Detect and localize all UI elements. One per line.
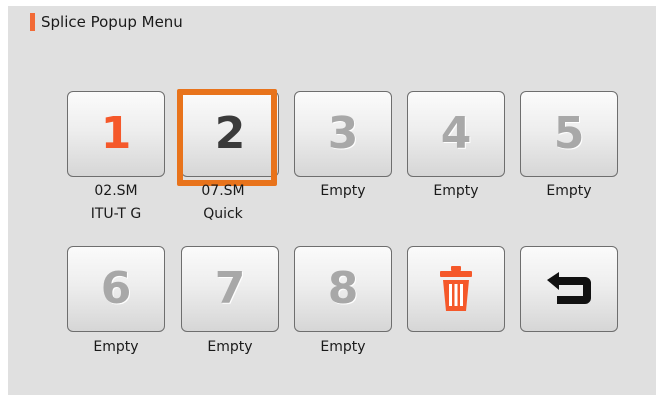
trash-icon [440,266,472,311]
slot-4-label-line1: Empty [433,183,479,199]
slot-3-label: Empty [288,180,398,203]
slot-7-label-line1: Empty [207,339,253,355]
slot-4-label: Empty [401,180,511,203]
slot-2-label-line2: Quick [203,206,243,222]
slot-2-label: 07.SM Quick [168,180,278,226]
splice-popup-panel: Splice Popup Menu 1 2 3 4 5 02.SM ITU-T … [0,0,663,403]
title-bar: Splice Popup Menu [30,12,183,32]
slot-8-number: 8 [327,263,359,314]
slot-8-label-line1: Empty [320,339,366,355]
slot-1-number: 1 [100,108,132,159]
slot-5-button[interactable]: 5 [520,91,618,177]
slot-2-label-line1: 07.SM [201,183,245,199]
slot-5-label-line1: Empty [546,183,592,199]
slot-6-label-line1: Empty [93,339,139,355]
slot-3-label-line1: Empty [320,183,366,199]
return-arrow-icon [547,272,591,304]
delete-button[interactable] [407,246,505,332]
slot-1-button[interactable]: 1 [67,91,165,177]
popup-title: Splice Popup Menu [41,13,183,31]
slot-1-label-line2: ITU-T G [90,206,142,222]
back-button[interactable] [520,246,618,332]
slot-7-label: Empty [175,336,285,359]
slot-3-button[interactable]: 3 [294,91,392,177]
slot-1-label-line1: 02.SM [94,183,138,199]
slot-8-button[interactable]: 8 [294,246,392,332]
slot-1-label: 02.SM ITU-T G [61,180,171,226]
slot-4-button[interactable]: 4 [407,91,505,177]
title-accent-bar [30,13,35,31]
slot-6-button[interactable]: 6 [67,246,165,332]
slot-5-label: Empty [514,180,624,203]
slot-5-number: 5 [553,108,585,159]
slot-6-number: 6 [100,263,132,314]
slot-6-label: Empty [61,336,171,359]
slot-4-number: 4 [440,108,472,159]
selection-highlight [177,89,277,186]
slot-7-number: 7 [214,263,246,314]
slot-3-number: 3 [327,108,359,159]
slot-7-button[interactable]: 7 [181,246,279,332]
slot-8-label: Empty [288,336,398,359]
